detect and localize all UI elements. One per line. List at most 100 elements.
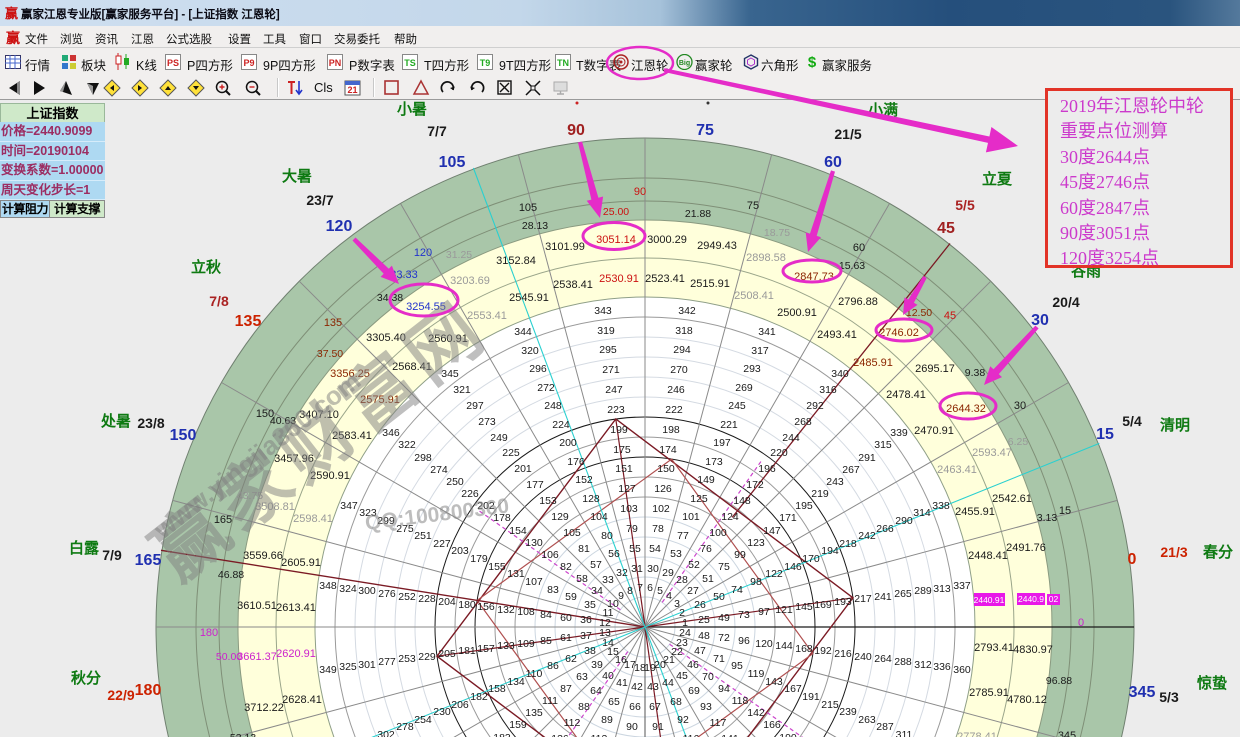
svg-text:216: 216: [834, 648, 852, 660]
svg-text:159: 159: [509, 719, 527, 731]
svg-text:9: 9: [618, 590, 624, 602]
svg-text:7/9: 7/9: [102, 547, 122, 563]
svg-text:81: 81: [578, 543, 590, 555]
svg-text:25.00: 25.00: [603, 206, 629, 218]
svg-text:324: 324: [339, 583, 357, 595]
svg-text:215: 215: [821, 699, 839, 711]
svg-text:267: 267: [842, 464, 860, 476]
svg-text:0: 0: [1078, 617, 1084, 629]
svg-text:45: 45: [944, 310, 956, 322]
svg-text:172: 172: [746, 479, 764, 491]
svg-text:156: 156: [477, 601, 495, 613]
svg-text:21/5: 21/5: [834, 126, 861, 142]
svg-text:227: 227: [433, 538, 451, 550]
svg-text:3610.51: 3610.51: [237, 600, 277, 612]
svg-text:38: 38: [584, 645, 596, 657]
svg-text:180: 180: [458, 599, 476, 611]
svg-text:158: 158: [488, 683, 506, 695]
svg-text:86: 86: [547, 660, 559, 672]
svg-text:315: 315: [874, 439, 892, 451]
svg-text:195: 195: [795, 500, 813, 512]
svg-text:处暑: 处暑: [100, 412, 131, 430]
svg-text:218: 218: [839, 538, 857, 550]
svg-text:2785.91: 2785.91: [969, 687, 1009, 699]
svg-text:32: 32: [616, 567, 628, 579]
svg-text:3559.66: 3559.66: [243, 550, 283, 562]
svg-text:117: 117: [710, 717, 727, 729]
svg-text:45: 45: [937, 220, 955, 237]
svg-text:49: 49: [718, 612, 730, 624]
svg-text:29: 29: [662, 567, 674, 579]
svg-text:秋分: 秋分: [71, 669, 101, 687]
svg-text:144: 144: [775, 640, 793, 652]
svg-text:112: 112: [564, 717, 581, 729]
svg-text:263: 263: [858, 714, 876, 726]
svg-text:47: 47: [694, 645, 706, 657]
svg-text:56: 56: [608, 548, 620, 560]
svg-text:95: 95: [731, 660, 743, 672]
svg-text:248: 248: [544, 400, 562, 412]
svg-text:249: 249: [490, 432, 508, 444]
svg-text:142: 142: [747, 707, 765, 719]
svg-text:58: 58: [576, 573, 588, 585]
svg-text:246: 246: [667, 384, 685, 396]
svg-text:3661.37: 3661.37: [237, 651, 277, 663]
svg-text:78: 78: [652, 523, 664, 535]
svg-text:345: 345: [1129, 684, 1156, 701]
svg-text:108: 108: [517, 606, 535, 618]
svg-text:225: 225: [502, 447, 520, 459]
svg-text:7: 7: [637, 582, 643, 594]
svg-text:120: 120: [414, 247, 432, 259]
svg-text:228: 228: [418, 593, 436, 605]
svg-text:254: 254: [414, 714, 432, 726]
svg-text:134: 134: [507, 676, 525, 688]
svg-text:264: 264: [874, 653, 892, 665]
svg-text:217: 217: [854, 593, 872, 605]
svg-text:61: 61: [560, 632, 572, 644]
svg-text:277: 277: [378, 656, 396, 668]
svg-text:130: 130: [525, 537, 543, 549]
svg-text:31: 31: [631, 563, 643, 575]
svg-text:2542.61: 2542.61: [992, 493, 1032, 505]
svg-text:43: 43: [647, 681, 659, 693]
svg-text:153: 153: [539, 495, 557, 507]
svg-text:94: 94: [718, 683, 730, 695]
svg-text:3.13: 3.13: [1037, 512, 1058, 524]
svg-text:348: 348: [319, 580, 337, 592]
svg-text:150: 150: [657, 463, 675, 475]
svg-text:296: 296: [529, 363, 547, 375]
svg-text:60: 60: [853, 242, 865, 254]
svg-text:221: 221: [720, 419, 738, 431]
svg-text:301: 301: [358, 659, 376, 671]
svg-text:278: 278: [396, 721, 414, 733]
svg-text:2455.91: 2455.91: [955, 506, 995, 518]
svg-text:67: 67: [649, 701, 661, 713]
svg-text:247: 247: [605, 384, 623, 396]
svg-text:197: 197: [713, 437, 731, 449]
svg-text:立夏: 立夏: [982, 170, 1013, 188]
svg-text:92: 92: [677, 714, 689, 726]
svg-text:P9: P9: [243, 58, 254, 68]
svg-text:21.88: 21.88: [685, 208, 711, 220]
svg-text:88: 88: [578, 701, 590, 713]
svg-text:2500.91: 2500.91: [777, 307, 817, 319]
svg-text:250: 250: [446, 476, 464, 488]
svg-text:75: 75: [747, 200, 759, 212]
svg-text:319: 319: [597, 325, 615, 337]
svg-text:3051.14: 3051.14: [596, 234, 636, 246]
svg-text:155: 155: [488, 561, 506, 573]
svg-text:3203.69: 3203.69: [450, 275, 490, 287]
svg-text:199: 199: [610, 424, 628, 436]
svg-text:98: 98: [750, 576, 762, 588]
svg-text:200: 200: [559, 437, 577, 449]
svg-text:125: 125: [690, 493, 708, 505]
svg-text:赢: 赢: [5, 6, 18, 21]
svg-text:0: 0: [1128, 551, 1137, 568]
svg-text:181: 181: [458, 645, 476, 657]
svg-text:120: 120: [755, 638, 773, 650]
svg-text:59: 59: [565, 591, 577, 603]
svg-text:2847.73: 2847.73: [794, 271, 834, 283]
svg-text:立秋: 立秋: [191, 258, 222, 276]
svg-text:295: 295: [599, 344, 617, 356]
svg-text:30: 30: [1031, 312, 1049, 329]
